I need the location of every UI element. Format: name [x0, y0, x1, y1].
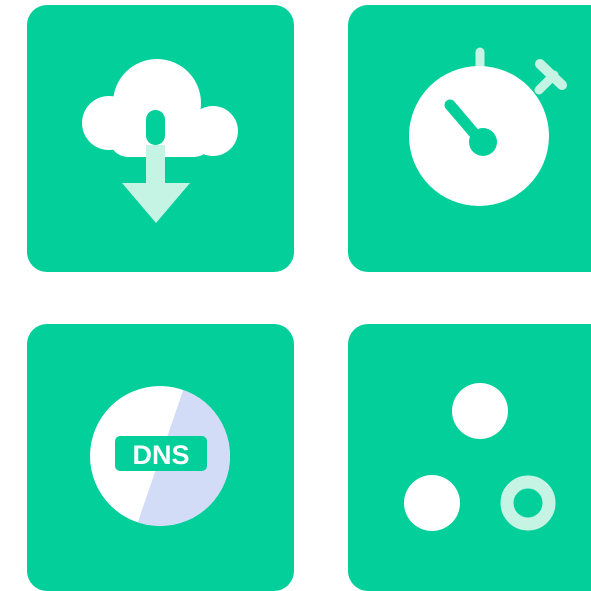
dns-label: DNS [132, 440, 189, 470]
cloud-download-tile[interactable] [27, 5, 294, 272]
stopwatch-icon [348, 5, 591, 272]
cloud-download-icon [27, 5, 294, 272]
dns-icon: DNS [27, 324, 294, 591]
network-nodes-icon [348, 324, 591, 591]
network-nodes-tile[interactable] [348, 324, 591, 591]
node-left [404, 475, 460, 531]
dns-tile[interactable]: DNS [27, 324, 294, 591]
node-top [452, 383, 508, 439]
stopwatch-tile[interactable] [348, 5, 591, 272]
